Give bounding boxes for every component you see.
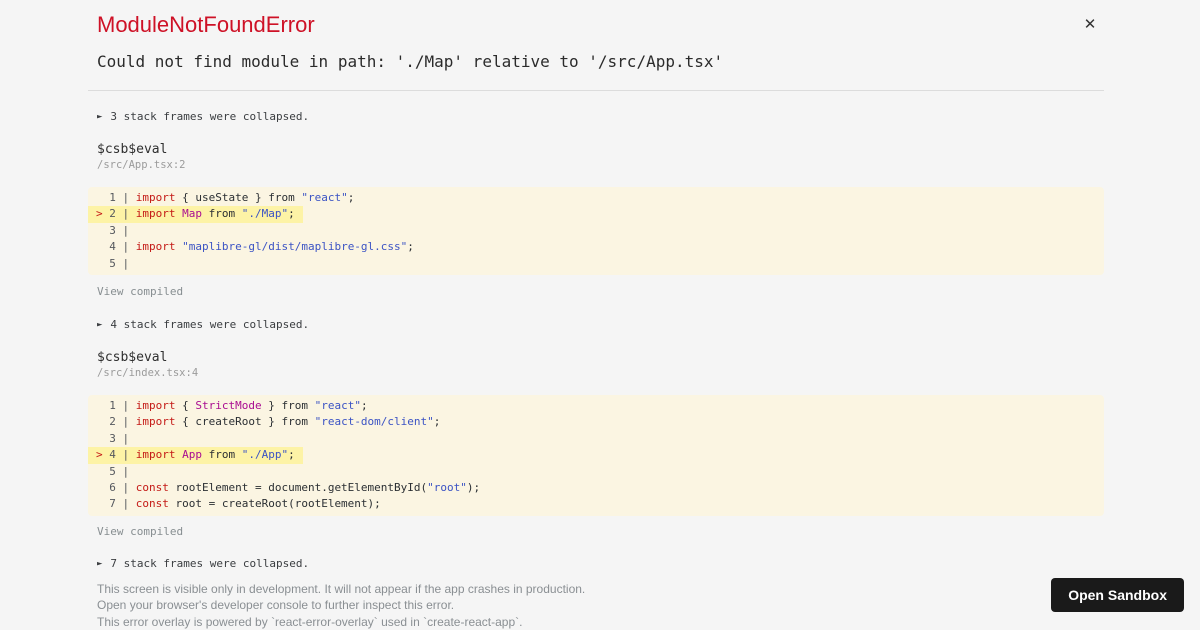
- code-token: );: [466, 481, 481, 495]
- error-overlay: ModuleNotFoundError Could not find modul…: [0, 0, 1200, 630]
- collapsed-frames-toggle-3[interactable]: ► 7 stack frames were collapsed.: [97, 557, 1104, 571]
- code-token: ;: [407, 240, 414, 254]
- close-button[interactable]: ✕: [1080, 14, 1100, 34]
- expand-arrow-icon: ►: [97, 320, 103, 331]
- stack-frame-location: /src/index.tsx:4: [97, 367, 199, 380]
- close-icon: ✕: [1083, 15, 1097, 33]
- code-token: root = createRoot(rootElement);: [168, 497, 381, 511]
- code-token: const: [135, 497, 169, 511]
- code-token: from: [202, 448, 242, 462]
- code-token: "root": [427, 481, 467, 495]
- code-line: 3 |: [88, 431, 144, 447]
- collapsed-frames-label: 7 stack frames were collapsed.: [110, 556, 310, 570]
- code-token: "./Map": [241, 207, 289, 221]
- code-token: Map: [182, 207, 202, 221]
- code-token: import: [135, 399, 176, 413]
- code-token: "react": [314, 399, 361, 413]
- divider: [88, 90, 1104, 91]
- code-token: from: [202, 207, 242, 221]
- code-token: 3 |: [96, 223, 136, 237]
- code-line: 2 | import { createRoot } from "react-do…: [88, 414, 448, 430]
- code-token: "react-dom/client": [314, 415, 434, 429]
- code-token: ;: [433, 415, 441, 429]
- code-token: {: [175, 399, 196, 413]
- code-token: import: [135, 240, 176, 254]
- code-token: ;: [288, 448, 295, 462]
- collapsed-frames-label: 3 stack frames were collapsed.: [110, 110, 310, 123]
- view-compiled-link-2[interactable]: View compiled: [97, 525, 183, 538]
- code-token: 7 |: [96, 497, 136, 511]
- code-block: 1 | import { useState } from "react"; > 2…: [88, 187, 1104, 276]
- stack-frame-location: /src/App.tsx:2: [97, 159, 186, 171]
- footer-note: This error overlay is powered by `react-…: [97, 614, 523, 629]
- expand-arrow-icon: ►: [97, 112, 103, 122]
- code-token: 5 |: [96, 464, 136, 478]
- code-token: ;: [360, 399, 368, 413]
- code-token: 5 |: [96, 256, 136, 270]
- stack-frame-function: $csb$eval: [97, 350, 168, 366]
- view-compiled-link-1[interactable]: View compiled: [97, 285, 183, 298]
- open-sandbox-button[interactable]: Open Sandbox: [1051, 578, 1184, 612]
- code-token: import: [135, 191, 176, 204]
- code-line: 5 |: [88, 464, 144, 480]
- code-token: "./App": [241, 448, 289, 462]
- code-token: 1 |: [96, 191, 136, 204]
- code-token: import: [135, 207, 176, 221]
- footer-notes: This screen is visible only in developme…: [97, 581, 1104, 630]
- code-token: 4 |: [102, 448, 136, 462]
- code-token: "maplibre-gl/dist/maplibre-gl.css": [182, 240, 408, 254]
- code-line-highlighted: > 4 | import App from "./App";: [88, 447, 303, 464]
- code-token: const: [135, 481, 169, 495]
- code-token: ;: [347, 191, 355, 204]
- code-token: { createRoot } from: [175, 415, 315, 429]
- code-token: import: [135, 448, 176, 462]
- code-token: import: [135, 415, 176, 429]
- code-token: >: [96, 448, 103, 462]
- code-token: 1 |: [96, 399, 136, 413]
- collapsed-frames-label: 4 stack frames were collapsed.: [110, 318, 310, 332]
- code-line: 3 |: [88, 223, 144, 239]
- code-token: "react": [301, 191, 348, 204]
- expand-arrow-icon: ►: [97, 558, 103, 569]
- code-line: 6 | const rootElement = document.getElem…: [88, 480, 488, 496]
- error-title: ModuleNotFoundError: [97, 12, 315, 37]
- code-block: 1 | import { StrictMode } from "react"; …: [88, 395, 1104, 516]
- code-line: 7 | const root = createRoot(rootElement)…: [88, 496, 389, 512]
- code-token: 6 |: [96, 481, 136, 495]
- footer-note: This screen is visible only in developme…: [97, 581, 586, 596]
- code-line-highlighted: > 2 | import Map from "./Map";: [88, 206, 303, 223]
- code-line: 1 | import { useState } from "react";: [88, 190, 362, 206]
- error-message: Could not find module in path: './Map' r…: [97, 52, 724, 71]
- code-token: 2 |: [102, 207, 136, 221]
- code-token: App: [182, 448, 202, 462]
- code-token: { useState } from: [175, 191, 302, 204]
- footer-note: Open your browser's developer console to…: [97, 598, 455, 613]
- code-token: 2 |: [96, 415, 136, 429]
- collapsed-frames-toggle-1[interactable]: ► 3 stack frames were collapsed.: [97, 110, 1104, 124]
- code-token: 3 |: [96, 431, 136, 445]
- code-token: ;: [288, 207, 295, 221]
- code-token: rootElement = document.getElementById(: [168, 481, 428, 495]
- collapsed-frames-toggle-2[interactable]: ► 4 stack frames were collapsed.: [97, 318, 1104, 332]
- code-token: StrictMode: [195, 399, 262, 413]
- code-line: 1 | import { StrictMode } from "react";: [88, 398, 376, 414]
- code-token: } from: [261, 399, 315, 413]
- code-line: 4 | import "maplibre-gl/dist/maplibre-gl…: [88, 239, 422, 255]
- code-token: 4 |: [96, 240, 136, 254]
- code-line: 5 |: [88, 256, 144, 272]
- code-token: >: [96, 207, 103, 221]
- stack-frame-function: $csb$eval: [97, 142, 168, 157]
